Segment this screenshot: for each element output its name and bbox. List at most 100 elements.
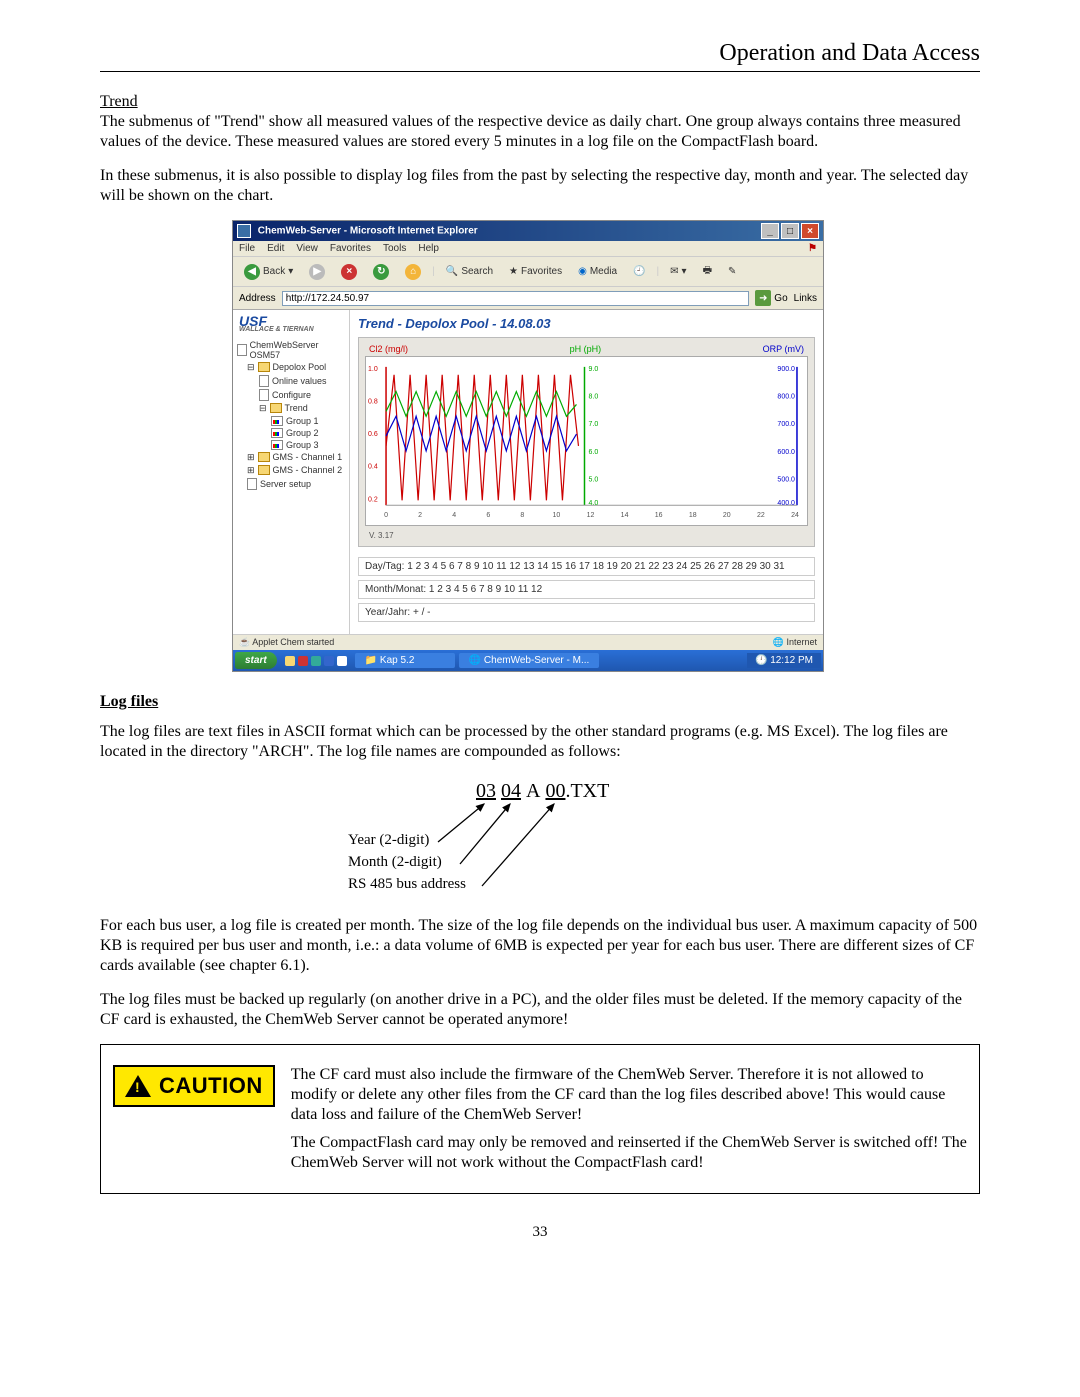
svg-text:14: 14 [621,512,629,519]
svg-text:0.4: 0.4 [368,464,378,471]
address-input[interactable] [282,291,750,306]
links-label[interactable]: Links [794,293,817,304]
tree-group3[interactable]: Group 3 [235,439,347,451]
filename-diagram: 03 04 A 00.TXT Year (2-digit) Month (2-d… [210,780,980,910]
window-title: ChemWeb-Server - Microsoft Internet Expl… [237,224,478,238]
page-icon [259,389,269,401]
window-titlebar: ChemWeb-Server - Microsoft Internet Expl… [233,221,823,241]
folder-icon [258,465,270,475]
chart-title: Trend - Depolox Pool - 14.08.03 [358,316,815,331]
chart-icon [271,440,283,450]
caution-badge: CAUTION [113,1065,275,1107]
applet-icon: ☕ [239,637,250,647]
print-button[interactable]: 🖶 [698,260,717,283]
svg-text:4: 4 [452,512,456,519]
tree-server[interactable]: Server setup [235,477,347,491]
star-icon: ★ [509,266,518,277]
svg-text:500.0: 500.0 [777,477,795,484]
tree-depolox[interactable]: ⊟Depolox Pool [235,361,347,374]
trend-chart: 1.0 0.8 0.6 0.4 0.2 9.0 8.0 7.0 6.0 5.0 … [365,356,808,526]
refresh-icon: ↻ [373,264,389,280]
print-icon: 🖶 [703,263,712,280]
menu-file[interactable]: File [239,243,255,254]
svg-text:2: 2 [418,512,422,519]
favorites-button[interactable]: ★Favorites [504,263,567,280]
back-button[interactable]: ◀ Back ▾ [239,261,298,283]
chart-panel: Cl2 (mg/l) pH (pH) ORP (mV) 1.0 0.8 0.6 [358,337,815,547]
status-text: Applet Chem started [252,637,334,647]
stop-button[interactable]: × [336,261,362,283]
maximize-button[interactable]: □ [781,223,799,239]
tree-configure[interactable]: Configure [235,388,347,402]
nav-tree: ChemWebServer OSM57 ⊟Depolox Pool Online… [235,339,347,491]
logfiles-heading: Log files [100,692,980,712]
label-month: Month (2-digit) [348,854,442,871]
svg-text:4.0: 4.0 [589,500,599,507]
tree-group1[interactable]: Group 1 [235,415,347,427]
svg-text:0.8: 0.8 [368,398,378,405]
svg-text:0.6: 0.6 [368,431,378,438]
svg-text:16: 16 [655,512,663,519]
go-button[interactable]: ➜ [755,290,771,306]
minimize-button[interactable]: _ [761,223,779,239]
media-button[interactable]: ◉Media [573,263,622,280]
toolbar: ◀ Back ▾ ▶ × ↻ ⌂ | 🔍Search ★Favorites ◉M… [233,257,823,287]
folder-icon [258,362,270,372]
forward-icon: ▶ [309,264,325,280]
search-button[interactable]: 🔍Search [441,263,498,280]
folder-icon: 📁 [365,655,377,666]
back-icon: ◀ [244,264,260,280]
axis-cl2: Cl2 (mg/l) [369,344,408,354]
menu-edit[interactable]: Edit [267,243,284,254]
menu-view[interactable]: View [296,243,318,254]
refresh-button[interactable]: ↻ [368,261,394,283]
year-selector[interactable]: Year/Jahr: + / - [358,603,815,622]
svg-text:1.0: 1.0 [368,366,378,373]
svg-text:600.0: 600.0 [777,449,795,456]
svg-text:8.0: 8.0 [589,394,599,401]
axis-ph: pH (pH) [570,344,602,354]
label-year: Year (2-digit) [348,832,429,849]
tree-online[interactable]: Online values [235,374,347,388]
page-number: 33 [100,1224,980,1241]
tree-trend[interactable]: ⊟Trend [235,402,347,415]
task-kap[interactable]: 📁 Kap 5.2 [355,653,455,668]
clock-icon: 🕛 [755,655,767,666]
edit-button[interactable]: ✎ [723,263,741,280]
svg-text:6.0: 6.0 [589,449,599,456]
start-button[interactable]: start [235,652,277,669]
month-selector[interactable]: Month/Monat: 1 2 3 4 5 6 7 8 9 10 11 12 [358,580,815,599]
task-chemweb[interactable]: 🌐 ChemWeb-Server - M... [459,653,600,668]
home-button[interactable]: ⌂ [400,261,426,283]
caution-para1: The CF card must also include the firmwa… [291,1065,967,1125]
ie-icon: 🌐 [469,655,481,666]
menu-tools[interactable]: Tools [383,243,406,254]
page-icon [247,478,257,490]
menu-bar: File Edit View Favorites Tools Help ⚑ [233,241,823,257]
go-label: Go [774,293,787,304]
svg-text:20: 20 [723,512,731,519]
tree-group2[interactable]: Group 2 [235,427,347,439]
svg-text:10: 10 [553,512,561,519]
tree-root[interactable]: ChemWebServer OSM57 [235,339,347,361]
trend-para2: In these submenus, it is also possible t… [100,166,980,206]
history-button[interactable]: 🕘 [628,263,650,280]
media-icon: ◉ [578,266,587,277]
caution-text: The CF card must also include the firmwa… [291,1065,967,1181]
menu-help[interactable]: Help [418,243,439,254]
browser-screenshot: ChemWeb-Server - Microsoft Internet Expl… [232,220,824,672]
menu-favorites[interactable]: Favorites [330,243,371,254]
taskbar: start 📁 Kap 5.2 🌐 ChemWeb-Server - M... … [233,650,823,671]
quick-launch[interactable] [281,656,351,666]
tree-gms2[interactable]: ⊞GMS - Channel 2 [235,464,347,477]
internet-icon: 🌐 [773,637,784,647]
forward-button[interactable]: ▶ [304,261,330,283]
tree-gms1[interactable]: ⊞GMS - Channel 1 [235,451,347,464]
mail-button[interactable]: ✉▾ [665,263,691,280]
address-bar: Address ➜ Go Links [233,287,823,310]
mail-icon: ✉ [670,266,678,277]
chart-icon [271,416,283,426]
close-button[interactable]: × [801,223,819,239]
caution-label: CAUTION [159,1073,263,1099]
day-selector[interactable]: Day/Tag: 1 2 3 4 5 6 7 8 9 10 11 12 13 1… [358,557,815,576]
